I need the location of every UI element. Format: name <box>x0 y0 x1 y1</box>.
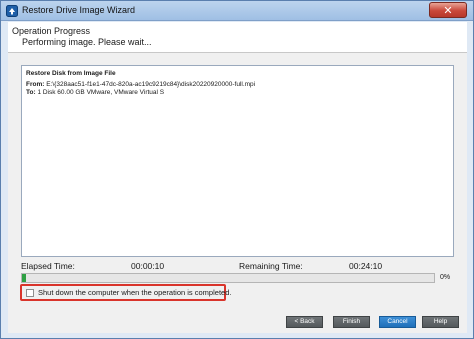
cancel-button[interactable]: Cancel <box>379 316 416 328</box>
source-line: From: E:\{328aac51-f1e1-47dc-820a-ac19c9… <box>26 81 255 88</box>
target-label: To: <box>26 89 36 96</box>
operation-title: Restore Disk from Image File <box>26 70 116 77</box>
page-subtitle: Performing image. Please wait... <box>22 37 152 47</box>
progress-bar-fill <box>22 274 27 282</box>
help-button[interactable]: Help <box>422 316 459 328</box>
progress-percent: 0% <box>440 274 451 281</box>
elapsed-time-value: 00:00:10 <box>131 261 165 271</box>
source-path: E:\{328aac51-f1e1-47dc-820a-ac19c9219c84… <box>46 81 256 88</box>
header-area: Operation Progress Performing image. Ple… <box>8 22 467 52</box>
title-bar[interactable]: Restore Drive Image Wizard ✕ <box>1 1 473 21</box>
shutdown-checkbox[interactable] <box>26 289 34 297</box>
target-line: To: 1 Disk 60.00 GB VMware, VMware Virtu… <box>26 89 164 96</box>
wizard-window: Restore Drive Image Wizard ✕ Operation P… <box>0 0 474 339</box>
shutdown-checkbox-label[interactable]: Shut down the computer when the operatio… <box>38 288 231 297</box>
elapsed-time-label: Elapsed Time: <box>21 261 75 271</box>
back-button[interactable]: < Back <box>286 316 323 328</box>
close-button[interactable]: ✕ <box>429 2 467 18</box>
progress-bar <box>21 273 435 283</box>
shutdown-option-highlight: Shut down the computer when the operatio… <box>20 284 231 301</box>
finish-button[interactable]: Finish <box>333 316 370 328</box>
close-icon: ✕ <box>443 4 453 17</box>
operation-details-panel: Restore Disk from Image File From: E:\{3… <box>21 65 454 257</box>
wizard-body: Operation Progress Performing image. Ple… <box>8 22 467 333</box>
restore-wizard-icon <box>6 5 18 17</box>
source-label: From: <box>26 81 45 88</box>
header-divider <box>8 52 467 53</box>
target-disk: 1 Disk 60.00 GB VMware, VMware Virtual S <box>37 89 165 96</box>
page-title: Operation Progress <box>12 26 91 36</box>
remaining-time-label: Remaining Time: <box>239 261 303 271</box>
window-title: Restore Drive Image Wizard <box>22 5 136 15</box>
remaining-time-value: 00:24:10 <box>349 261 383 271</box>
